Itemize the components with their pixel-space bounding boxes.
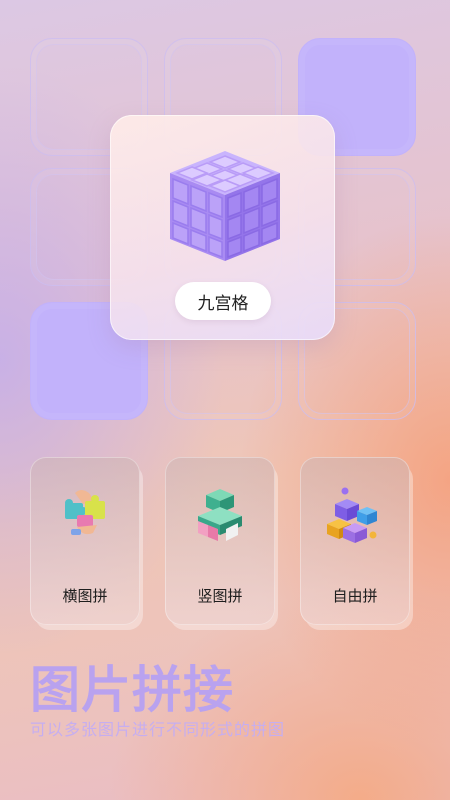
horizontal-stitch-card[interactable]: 横图拼 [30, 457, 140, 625]
page-subtitle: 可以多张图片进行不同形式的拼图 [30, 720, 286, 739]
rubiks-cube-icon [170, 151, 280, 261]
horizontal-stitch-label: 横图拼 [62, 587, 108, 605]
page-headline: 图片拼接 [30, 661, 234, 719]
nine-grid-label[interactable]: 九宫格 [175, 282, 271, 320]
vertical-stitch-label: 竖图拼 [197, 587, 243, 605]
vertical-stitch-card[interactable]: 竖图拼 [165, 457, 275, 625]
puzzle-hand-icon [65, 490, 105, 535]
colored-cubes-icon [327, 487, 377, 543]
free-stitch-label: 自由拼 [332, 587, 378, 605]
nine-grid-card[interactable]: 九宫格 [110, 115, 335, 340]
stacked-blocks-icon [198, 489, 242, 541]
free-stitch-card[interactable]: 自由拼 [300, 457, 410, 625]
